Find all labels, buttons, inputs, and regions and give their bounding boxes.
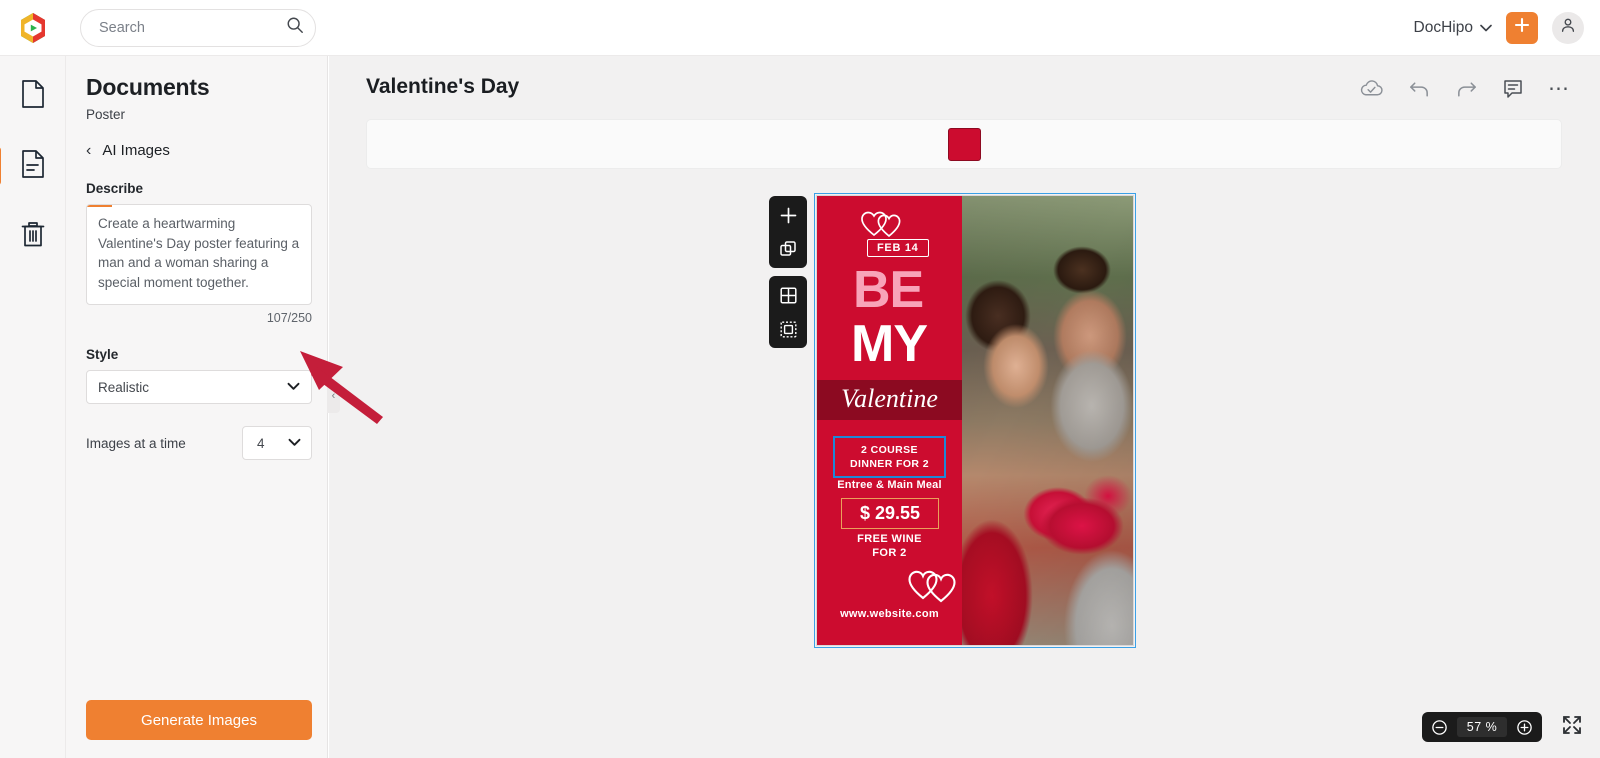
- fullscreen-icon[interactable]: [1562, 715, 1582, 740]
- chevron-left-icon: ‹: [86, 141, 92, 159]
- double-heart-icon: [907, 566, 959, 609]
- more-options-icon[interactable]: ⋯: [1548, 78, 1570, 99]
- zoom-in-icon[interactable]: [1516, 719, 1533, 736]
- poster-canvas[interactable]: FEB 14 BE MY Valentine 2 COURSE DINNER F…: [816, 195, 1134, 646]
- generate-images-button[interactable]: Generate Images: [86, 700, 312, 740]
- describe-value: Create a heartwarming Valentine's Day po…: [98, 216, 300, 290]
- user-account-button[interactable]: [1552, 11, 1584, 44]
- zoom-controls: 57 %: [1422, 712, 1542, 742]
- images-at-a-time-row: Images at a time 4: [86, 426, 312, 460]
- poster-website: www.website.com: [840, 608, 939, 620]
- trash-icon: [19, 219, 47, 254]
- price-badge: $ 29.55: [841, 498, 939, 529]
- canvas-float-toolbar: [769, 196, 807, 348]
- plus-icon: [1513, 16, 1531, 39]
- chevron-down-icon: [1480, 19, 1492, 37]
- poster-script-word: Valentine: [841, 384, 938, 413]
- search-icon[interactable]: [286, 16, 304, 39]
- search-bar[interactable]: [80, 8, 316, 47]
- bonus-line-2: FOR 2: [872, 546, 907, 559]
- user-avatar-icon: [1559, 16, 1577, 39]
- offer-subtitle: Entree & Main Meal: [837, 479, 942, 491]
- images-count-select[interactable]: 4: [242, 426, 312, 460]
- rail-item-blank-page[interactable]: [9, 72, 57, 120]
- grid-layout-icon[interactable]: [776, 283, 800, 307]
- create-new-button[interactable]: [1506, 11, 1538, 44]
- panel-collapse-handle[interactable]: ‹: [327, 379, 340, 413]
- zoom-out-icon[interactable]: [1431, 719, 1448, 736]
- back-label: AI Images: [102, 142, 170, 159]
- undo-icon[interactable]: [1408, 79, 1431, 99]
- redo-icon[interactable]: [1455, 79, 1478, 99]
- date-badge: FEB 14: [867, 239, 929, 257]
- zoom-level-value[interactable]: 57 %: [1457, 717, 1507, 737]
- page-icon: [19, 79, 47, 114]
- active-indicator: [0, 147, 1, 185]
- fill-color-swatch[interactable]: [947, 127, 981, 161]
- chevron-down-icon: [288, 434, 301, 452]
- bonus-line-1: FREE WINE: [857, 533, 922, 545]
- topbar-right-group: DocHipo: [1414, 11, 1600, 44]
- chevron-down-icon: [287, 378, 300, 396]
- style-select[interactable]: Realistic: [86, 370, 312, 404]
- duplicate-icon[interactable]: [776, 237, 800, 261]
- page-title: Documents: [86, 74, 210, 100]
- top-bar: DocHipo: [0, 0, 1600, 56]
- brand-menu[interactable]: DocHipo: [1414, 19, 1492, 37]
- float-group-primary: [769, 196, 807, 268]
- brand-label: DocHipo: [1413, 18, 1473, 36]
- app-root: DocHipo: [0, 0, 1600, 758]
- left-rail: [0, 56, 66, 758]
- style-label: Style: [86, 347, 119, 362]
- back-to-ai-images[interactable]: ‹ AI Images: [86, 142, 307, 159]
- document-title: Valentine's Day: [366, 75, 520, 98]
- add-element-icon[interactable]: [776, 203, 800, 227]
- double-heart-icon: [860, 208, 902, 243]
- document-lines-icon: [19, 149, 47, 184]
- poster-photo: [962, 196, 1133, 645]
- offer-box[interactable]: 2 COURSE DINNER FOR 2: [833, 436, 946, 478]
- element-context-toolbar: [366, 119, 1562, 169]
- offer-line-1: 2 COURSE: [861, 444, 918, 456]
- offer-line-2: DINNER FOR 2: [850, 458, 929, 470]
- cloud-saved-icon[interactable]: [1359, 79, 1384, 99]
- bonus-text: FREE WINE FOR 2: [817, 533, 962, 560]
- rail-item-document[interactable]: [0, 142, 57, 190]
- style-value: Realistic: [98, 379, 150, 395]
- panel-subtitle: Poster: [86, 107, 126, 122]
- poster-headline-2: MY: [851, 315, 928, 373]
- poster-headline-1: BE: [853, 261, 924, 319]
- rail-item-trash[interactable]: [9, 212, 57, 260]
- describe-input[interactable]: Create a heartwarming Valentine's Day po…: [86, 204, 312, 305]
- dochipo-logo-icon[interactable]: [14, 9, 52, 47]
- comment-icon[interactable]: [1502, 78, 1524, 99]
- side-panel: Documents Poster ‹ AI Images Describe Cr…: [66, 56, 328, 758]
- describe-label: Describe: [86, 181, 144, 196]
- images-count-value: 4: [257, 435, 265, 451]
- document-toolbar: ⋯: [1359, 78, 1570, 99]
- main-canvas-area: Valentine's Day ⋯ FEB 14 BE MY Valentine…: [329, 56, 1600, 758]
- float-group-secondary: [769, 276, 807, 348]
- images-at-a-time-label: Images at a time: [86, 435, 186, 451]
- search-input[interactable]: [99, 19, 286, 36]
- crop-selection-icon[interactable]: [776, 317, 800, 341]
- character-count: 107/250: [266, 311, 312, 325]
